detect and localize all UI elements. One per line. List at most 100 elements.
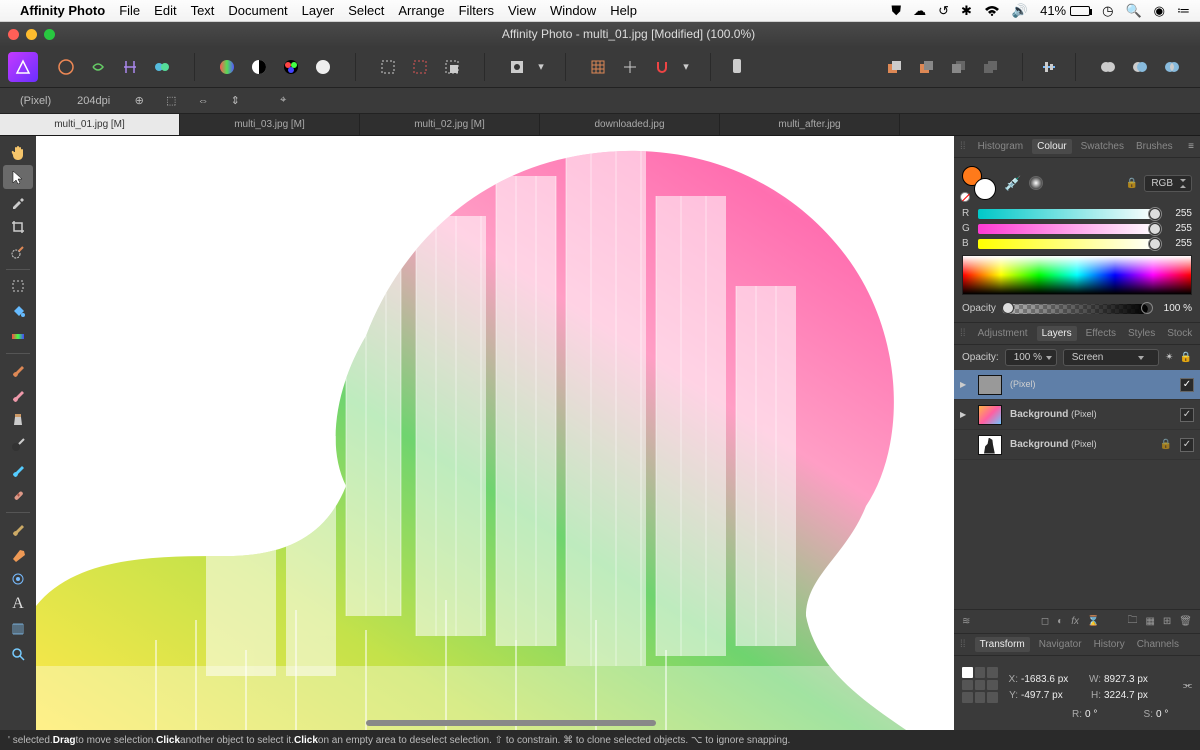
tab-styles[interactable]: Styles bbox=[1125, 328, 1158, 339]
panel-grip-icon[interactable]: ⁞⁞ bbox=[960, 639, 966, 650]
layer-opacity-dropdown[interactable]: 100 % bbox=[1005, 349, 1057, 366]
background-swatch[interactable] bbox=[974, 178, 996, 200]
tab-transform[interactable]: Transform bbox=[975, 637, 1030, 652]
mask-icon[interactable]: ◻ bbox=[1041, 616, 1049, 627]
timemachine-icon[interactable]: ↺ bbox=[938, 3, 949, 19]
flood-fill-tool[interactable] bbox=[3, 299, 33, 323]
ctx-hide-selection-icon[interactable]: ⬚ bbox=[160, 91, 182, 111]
auto-colours-button[interactable] bbox=[277, 53, 305, 81]
perspective-tool[interactable] bbox=[3, 617, 33, 641]
layer-visibility-checkbox[interactable]: ✓ bbox=[1180, 378, 1194, 392]
group-icon[interactable]: 🗀 bbox=[1127, 613, 1137, 630]
siri-icon[interactable]: ◉ bbox=[1154, 3, 1165, 19]
adjustment-icon[interactable]: ◐ bbox=[1057, 616, 1063, 627]
app-name[interactable]: Affinity Photo bbox=[20, 3, 105, 18]
selection-new-button[interactable] bbox=[374, 53, 402, 81]
value-r[interactable]: 255 bbox=[1162, 208, 1192, 219]
doctab-3[interactable]: downloaded.jpg bbox=[540, 114, 720, 135]
snapping-button[interactable] bbox=[648, 53, 676, 81]
tab-stock[interactable]: Stock bbox=[1164, 328, 1195, 339]
ctx-lock-children-icon[interactable]: ⊕ bbox=[128, 91, 150, 111]
doctab-1[interactable]: multi_03.jpg [M] bbox=[180, 114, 360, 135]
battery-status[interactable]: 41% bbox=[1040, 3, 1090, 18]
colour-picker-tool[interactable] bbox=[3, 190, 33, 214]
layer-thumbnail[interactable] bbox=[978, 435, 1002, 455]
view-tool[interactable] bbox=[3, 140, 33, 164]
blend-ranges-icon[interactable]: ≋ bbox=[962, 616, 970, 627]
layer-row[interactable]: ▶ Background (Pixel) 🔒 ✓ bbox=[954, 430, 1200, 460]
document-canvas[interactable] bbox=[36, 136, 954, 730]
opacity-value[interactable]: 100 % bbox=[1154, 303, 1192, 314]
menu-list-icon[interactable]: ≔ bbox=[1177, 3, 1190, 19]
opacity-slider[interactable] bbox=[1002, 304, 1148, 314]
eyedropper-icon[interactable]: 💉 bbox=[1004, 175, 1021, 192]
menu-file[interactable]: File bbox=[119, 3, 140, 18]
bluetooth-icon[interactable]: ✱ bbox=[961, 3, 972, 19]
tab-effects[interactable]: Effects bbox=[1083, 328, 1119, 339]
doctab-4[interactable]: multi_after.jpg bbox=[720, 114, 900, 135]
slider-r[interactable] bbox=[978, 209, 1156, 219]
colour-mode-dropdown[interactable]: RGB bbox=[1144, 175, 1192, 192]
mesh-warp-tool[interactable] bbox=[3, 567, 33, 591]
transform-w[interactable]: 8927.3 px bbox=[1104, 674, 1164, 685]
menu-text[interactable]: Text bbox=[191, 3, 215, 18]
move-tool[interactable] bbox=[3, 165, 33, 189]
tab-swatches[interactable]: Swatches bbox=[1078, 141, 1127, 152]
layer-row[interactable]: ▶ Background (Pixel) ✓ bbox=[954, 400, 1200, 430]
doctab-2[interactable]: multi_02.jpg [M] bbox=[360, 114, 540, 135]
crop-tool[interactable] bbox=[3, 215, 33, 239]
transform-r[interactable]: 0 ° bbox=[1085, 709, 1121, 720]
develop-persona-button[interactable] bbox=[116, 53, 144, 81]
transform-h[interactable]: 3224.7 px bbox=[1104, 690, 1164, 701]
quick-mask-dropdown[interactable]: ▾ bbox=[535, 53, 547, 81]
smudge-brush-tool[interactable] bbox=[3, 458, 33, 482]
menu-select[interactable]: Select bbox=[348, 3, 384, 18]
boolean-add-button[interactable] bbox=[1094, 53, 1122, 81]
gradient-tool[interactable] bbox=[3, 324, 33, 348]
crop-to-layer-icon[interactable]: ⌛ bbox=[1087, 616, 1099, 627]
ctx-transform-origin-icon[interactable]: ⌖ bbox=[272, 91, 294, 111]
transform-x[interactable]: -1683.6 px bbox=[1021, 674, 1081, 685]
menu-view[interactable]: View bbox=[508, 3, 536, 18]
photo-persona-button[interactable] bbox=[52, 53, 80, 81]
menu-arrange[interactable]: Arrange bbox=[398, 3, 444, 18]
wifi-icon[interactable] bbox=[984, 5, 1000, 17]
assistant-button[interactable] bbox=[723, 53, 751, 81]
spotlight-icon[interactable]: 🔍 bbox=[1125, 3, 1141, 19]
tab-adjustment[interactable]: Adjustment bbox=[975, 328, 1031, 339]
paint-brush-tool[interactable] bbox=[3, 358, 33, 382]
tone-map-persona-button[interactable] bbox=[148, 53, 176, 81]
colour-spectrum[interactable] bbox=[962, 255, 1192, 295]
minimize-window-button[interactable] bbox=[26, 29, 37, 40]
blend-options-icon[interactable]: ✴ bbox=[1165, 352, 1173, 363]
move-to-back-button[interactable] bbox=[976, 53, 1004, 81]
tab-histogram[interactable]: Histogram bbox=[975, 141, 1027, 152]
colour-lock-icon[interactable]: 🔒 bbox=[1126, 178, 1138, 189]
menu-window[interactable]: Window bbox=[550, 3, 596, 18]
paint-mixer-tool[interactable] bbox=[3, 517, 33, 541]
tab-colour[interactable]: Colour bbox=[1032, 139, 1071, 154]
selection-brush-tool[interactable] bbox=[3, 240, 33, 264]
tab-brushes[interactable]: Brushes bbox=[1133, 141, 1176, 152]
foreground-background-swatch[interactable] bbox=[962, 166, 996, 200]
menu-filters[interactable]: Filters bbox=[459, 3, 494, 18]
add-pixel-layer-icon[interactable]: ▦ bbox=[1145, 616, 1154, 627]
zoom-tool[interactable] bbox=[3, 642, 33, 666]
auto-levels-button[interactable] bbox=[213, 53, 241, 81]
colour-sample-icon[interactable] bbox=[1029, 176, 1043, 190]
auto-white-balance-button[interactable] bbox=[309, 53, 337, 81]
cloud-icon[interactable]: ☁︎ bbox=[913, 3, 926, 19]
move-to-front-button[interactable] bbox=[880, 53, 908, 81]
zoom-window-button[interactable] bbox=[44, 29, 55, 40]
blend-mode-dropdown[interactable]: Screen bbox=[1063, 349, 1159, 366]
add-layer-icon[interactable]: ⊞ bbox=[1163, 616, 1171, 627]
clock-icon[interactable]: ◷ bbox=[1102, 3, 1113, 19]
layer-visibility-checkbox[interactable]: ✓ bbox=[1180, 438, 1194, 452]
tab-channels[interactable]: Channels bbox=[1134, 639, 1182, 650]
selection-add-button[interactable] bbox=[406, 53, 434, 81]
none-swatch[interactable] bbox=[960, 192, 970, 202]
volume-icon[interactable]: 🔊 bbox=[1012, 3, 1028, 19]
snapping-axis-button[interactable] bbox=[616, 53, 644, 81]
chevron-right-icon[interactable]: ▶ bbox=[960, 410, 970, 419]
menu-document[interactable]: Document bbox=[228, 3, 287, 18]
